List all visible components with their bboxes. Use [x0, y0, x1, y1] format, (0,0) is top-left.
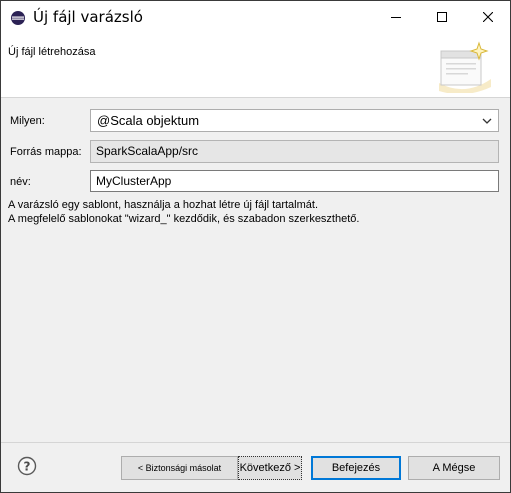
window-title: Új fájl varázsló: [33, 8, 143, 26]
source-folder-field: SparkScalaApp/src: [90, 140, 499, 163]
type-label: Milyen:: [10, 115, 45, 127]
new-file-wizard-icon: [439, 41, 491, 93]
maximize-icon: [437, 11, 447, 22]
folder-label: Forrás mappa:: [10, 146, 82, 158]
footer-separator: [1, 442, 510, 443]
svg-text:?: ?: [24, 460, 31, 474]
next-button[interactable]: Következő >: [238, 456, 302, 480]
cancel-button[interactable]: A Mégse: [408, 456, 500, 480]
banner-separator: [1, 97, 510, 98]
eclipse-icon: [11, 11, 25, 25]
description-line-2: A megfelelő sablonokat "wizard_" kezdődi…: [8, 213, 360, 225]
close-button[interactable]: [465, 1, 511, 32]
chevron-down-icon: [482, 118, 492, 124]
wizard-window: Új fájl varázsló Új fájl létrehozása Mil…: [0, 0, 511, 493]
maximize-button[interactable]: [419, 1, 465, 32]
type-dropdown[interactable]: @Scala objektum: [90, 109, 499, 132]
name-input-value: MyClusterApp: [96, 174, 172, 188]
description-line-1: A varázsló egy sablont, használja a hozh…: [8, 199, 319, 211]
title-bar: Új fájl varázsló: [1, 1, 510, 34]
type-dropdown-value: @Scala objektum: [97, 113, 200, 128]
wizard-description: A varázsló egy sablont, használja a hozh…: [8, 198, 359, 226]
source-folder-value: SparkScalaApp/src: [96, 144, 199, 158]
close-icon: [483, 11, 493, 22]
help-icon[interactable]: ?: [17, 456, 37, 476]
back-button[interactable]: < Biztonsági másolat: [121, 456, 238, 480]
finish-button[interactable]: Befejezés: [311, 456, 401, 480]
name-label: név:: [10, 176, 31, 188]
minimize-button[interactable]: [373, 1, 419, 32]
name-input[interactable]: MyClusterApp: [90, 170, 499, 192]
banner-title: Új fájl létrehozása: [8, 46, 96, 58]
minimize-icon: [391, 16, 401, 18]
wizard-banner: Új fájl létrehozása: [1, 34, 510, 97]
